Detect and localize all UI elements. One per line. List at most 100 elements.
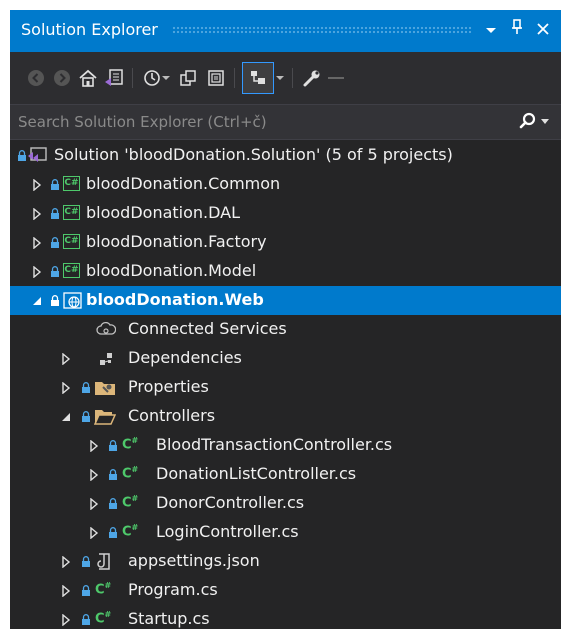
toolbar-separator [234,68,235,88]
collapse-all-icon[interactable] [324,66,348,90]
lock-icon [51,237,59,248]
csharp-file-icon: C# [122,523,139,540]
lock-icon [82,411,90,422]
lock-icon [51,295,59,306]
expand-arrow-icon[interactable] [89,527,99,539]
tree-node-project[interactable]: C# bloodDonation.Factory [10,228,561,257]
search-bar [10,104,561,140]
dependencies-icon [100,353,112,365]
node-label: Dependencies [128,348,242,367]
tree-node-project[interactable]: C# bloodDonation.DAL [10,199,561,228]
file-label: Startup.cs [128,609,210,628]
window-position-dropdown-icon[interactable] [480,18,502,42]
solution-label: Solution 'bloodDonation.Solution' (5 of … [54,145,453,164]
lock-icon [82,585,90,596]
solution-explorer-panel: Solution Explorer Search Solution Explor… [10,10,561,629]
csharp-file-icon: C# [95,610,112,627]
toolbar [10,52,561,104]
node-label: Properties [128,377,209,396]
tree-node-project[interactable]: C# bloodDonation.Common [10,170,561,199]
lock-icon [82,556,90,567]
tree-node-file[interactable]: C# BloodTransactionController.cs [10,431,561,460]
file-label: DonationListController.cs [156,464,357,483]
show-all-files-icon[interactable] [204,66,228,90]
connected-services-icon [96,322,116,335]
title-bar: Solution Explorer [10,10,561,52]
title-bar-grip[interactable] [172,26,472,35]
collapse-arrow-icon[interactable] [61,411,71,423]
toolbar-separator [132,68,133,88]
expand-arrow-icon[interactable] [61,382,71,394]
tree-node-connected-services[interactable]: Connected Services [10,315,561,344]
csharp-project-icon: C# [63,205,80,220]
expand-arrow-icon[interactable] [32,266,42,278]
csharp-file-icon: C# [122,465,139,482]
file-label: Program.cs [128,580,218,599]
lock-icon [82,382,90,393]
project-label: bloodDonation.DAL [86,203,241,222]
csharp-project-icon: C# [63,176,80,191]
lock-icon [109,498,117,509]
expand-arrow-icon[interactable] [32,237,42,249]
preview-dropdown-icon[interactable] [274,66,286,90]
home-icon[interactable] [76,66,100,90]
expand-arrow-icon[interactable] [32,208,42,220]
node-label: Connected Services [128,319,287,338]
collapse-arrow-icon[interactable] [32,295,42,307]
expand-arrow-icon[interactable] [32,179,42,191]
expand-arrow-icon[interactable] [61,585,71,597]
tree-node-solution[interactable]: Solution 'bloodDonation.Solution' (5 of … [10,141,561,170]
expand-arrow-icon[interactable] [61,614,71,626]
tree-node-file[interactable]: appsettings.json [10,547,561,576]
lock-icon [82,614,90,625]
pin-icon[interactable] [506,18,528,42]
file-label: BloodTransactionController.cs [156,435,393,454]
file-label: LoginController.cs [156,522,299,541]
tree-node-file[interactable]: C# DonorController.cs [10,489,561,518]
csharp-file-icon: C# [122,494,139,511]
tree-node-project[interactable]: C# bloodDonation.Model [10,257,561,286]
node-label: Controllers [128,406,216,425]
csharp-project-icon: C# [63,234,80,249]
tree-node-file[interactable]: C# LoginController.cs [10,518,561,547]
csharp-file-icon: C# [122,436,139,453]
tree-node-controllers[interactable]: Controllers [10,402,561,431]
search-options-dropdown-icon[interactable] [541,115,549,128]
expand-arrow-icon[interactable] [89,440,99,452]
properties-folder-icon [95,382,115,395]
file-label: appsettings.json [128,551,260,570]
expand-arrow-icon[interactable] [61,556,71,568]
json-file-icon [97,553,110,570]
sync-with-document-icon[interactable] [176,66,200,90]
tree-node-web-project[interactable]: bloodDonation.Web [10,286,561,315]
web-project-label: bloodDonation.Web [86,290,264,309]
tree-node-file[interactable]: C# Program.cs [10,576,561,605]
preview-selected-items-icon[interactable] [242,62,274,94]
tree-node-file[interactable]: C# DonationListController.cs [10,460,561,489]
lock-icon [51,208,59,219]
lock-icon [18,150,26,161]
filter-dropdown-icon[interactable] [160,66,172,90]
tree-node-dependencies[interactable]: Dependencies [10,344,561,373]
lock-icon [51,266,59,277]
forward-icon[interactable] [50,66,74,90]
switch-views-icon[interactable] [102,66,126,90]
close-icon[interactable] [532,18,554,42]
panel-title: Solution Explorer [21,20,158,39]
expand-arrow-icon[interactable] [89,469,99,481]
project-label: bloodDonation.Factory [86,232,267,251]
project-label: bloodDonation.Model [86,261,257,280]
expand-arrow-icon[interactable] [89,498,99,510]
project-label: bloodDonation.Common [86,174,281,193]
tree-node-properties[interactable]: Properties [10,373,561,402]
lock-icon [109,469,117,480]
open-folder-icon [94,410,116,425]
tree-node-file[interactable]: C# Startup.cs [10,605,561,629]
properties-wrench-icon[interactable] [300,66,324,90]
toolbar-separator [292,68,293,88]
expand-arrow-icon[interactable] [61,353,71,365]
search-input[interactable] [18,111,498,133]
back-icon[interactable] [24,66,48,90]
file-label: DonorController.cs [156,493,305,512]
search-icon[interactable] [519,112,537,134]
